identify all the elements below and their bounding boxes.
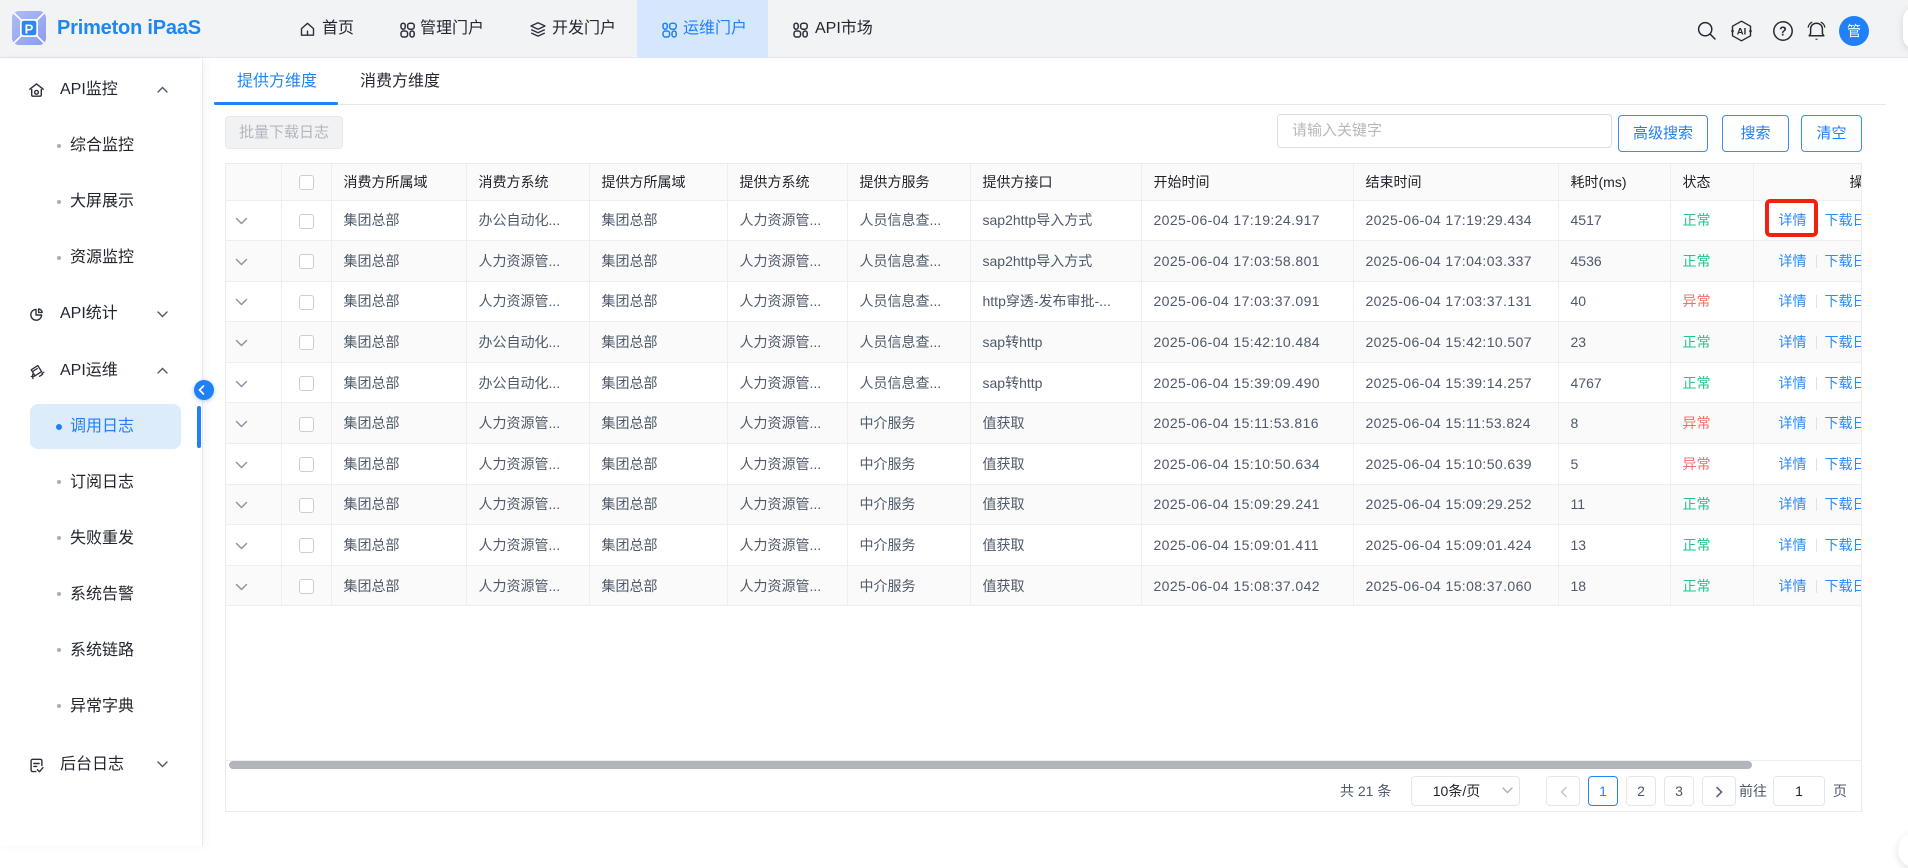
- svg-text:AI: AI: [1737, 27, 1747, 38]
- svg-text:P: P: [25, 22, 34, 37]
- svg-text:?: ?: [1779, 25, 1787, 39]
